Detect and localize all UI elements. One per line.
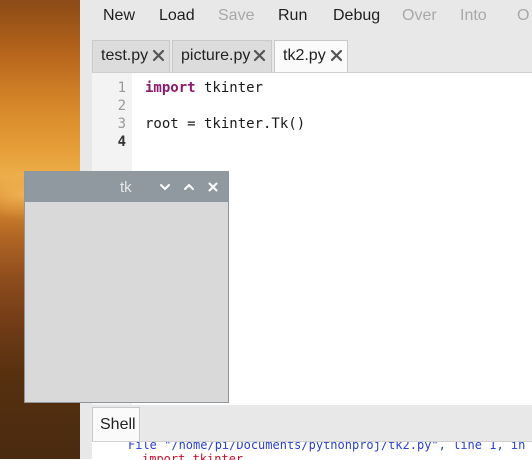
save-button[interactable]: Save (218, 7, 254, 25)
line-number: 4 (117, 134, 126, 150)
load-button[interactable]: Load (159, 7, 195, 25)
step-over-button[interactable]: Over (402, 7, 437, 25)
new-button[interactable]: New (103, 7, 135, 25)
tab-label: Shell (100, 416, 136, 433)
tk-titlebar[interactable]: tk (25, 172, 228, 202)
tab-label: test.py (101, 47, 149, 64)
keyword: import (145, 80, 196, 96)
code-line: root = tkinter.Tk() (145, 116, 305, 132)
tab-picture-py[interactable]: picture.py (172, 40, 272, 72)
tab-label: picture.py (181, 47, 251, 64)
maximize-icon[interactable] (183, 181, 195, 193)
shell-output[interactable]: File "/home/pi/Documents/pythonproj/tk2.… (92, 441, 532, 460)
code-text: root = tkinter.Tk() (145, 116, 306, 132)
tab-label: tk2.py (283, 47, 326, 64)
window-title: tk (120, 179, 132, 196)
minimize-icon[interactable] (159, 181, 171, 193)
line-number: 2 (117, 98, 126, 114)
close-x-icon[interactable] (330, 49, 343, 62)
shell-panel: Shell File "/home/pi/Documents/pythonpro… (80, 405, 532, 460)
code-text: tkinter (195, 80, 264, 96)
line-number: 3 (117, 116, 126, 132)
toolbar: New Load Save Run Debug Over Into O (80, 0, 532, 34)
debug-button[interactable]: Debug (333, 7, 380, 25)
tk-window[interactable]: tk (24, 171, 229, 403)
tab-shell[interactable]: Shell (92, 407, 140, 441)
code-line: import tkinter (145, 80, 263, 96)
close-x-icon[interactable] (253, 49, 266, 62)
run-button[interactable]: Run (278, 7, 307, 25)
line-number: 1 (117, 80, 126, 96)
traceback-file-link[interactable]: File "/home/pi/Documents/pythonproj/tk2.… (128, 442, 532, 452)
step-into-button[interactable]: Into (460, 7, 487, 25)
tab-tk2-py[interactable]: tk2.py (274, 40, 348, 73)
close-icon[interactable] (207, 181, 219, 193)
close-x-icon[interactable] (152, 49, 165, 62)
step-out-button[interactable]: O (517, 7, 529, 25)
tab-test-py[interactable]: test.py (92, 40, 170, 72)
